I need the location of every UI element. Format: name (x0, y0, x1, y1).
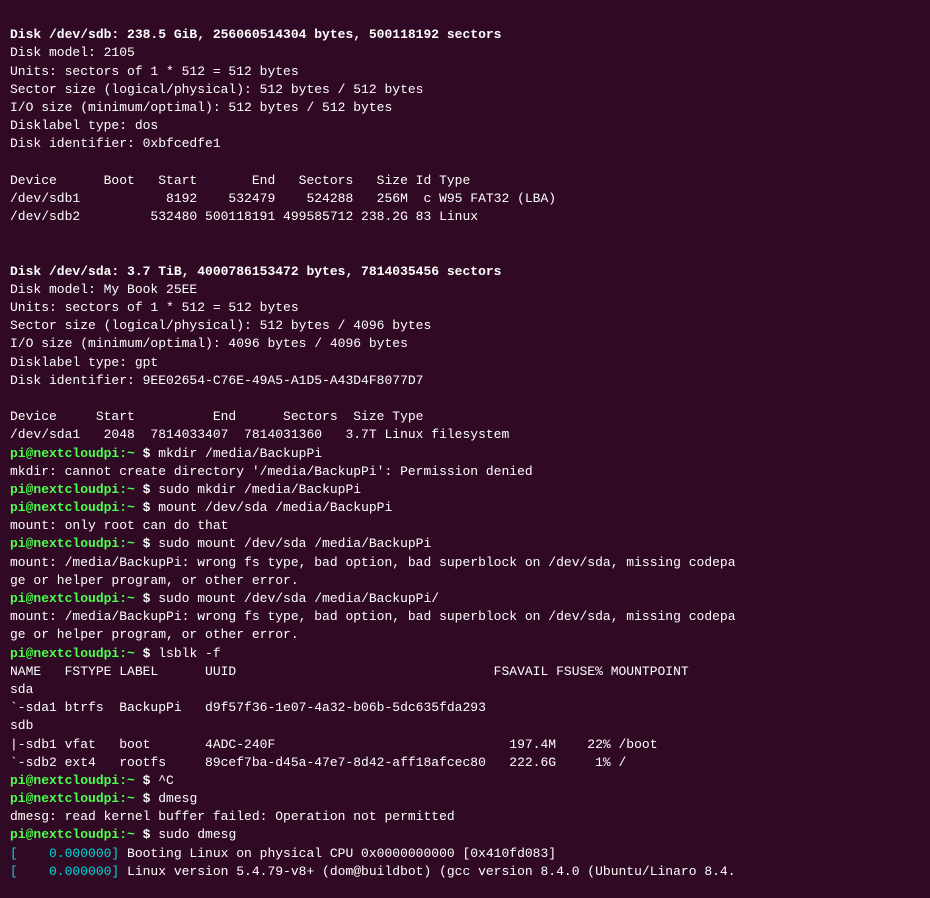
disklabel-sda: Disklabel type: gpt (10, 355, 158, 370)
disk-model-sda: Disk model: My Book 25EE (10, 282, 197, 297)
lsblk-sdb: sdb (10, 718, 33, 733)
disk-sda-header: Disk /dev/sda: 3.7 TiB, 4000786153472 by… (10, 264, 501, 279)
sdb1-partition: /dev/sdb1 8192 532479 524288 256M c W95 … (10, 191, 556, 206)
mount-error-3a: mount: /media/BackupPi: wrong fs type, b… (10, 609, 736, 624)
disk-id-sda: Disk identifier: 9EE02654-C76E-49A5-A1D5… (10, 373, 423, 388)
prompt-mkdir: pi@nextcloudpi:~ $ mkdir /media/BackupPi (10, 446, 322, 461)
mount-error-2b: ge or helper program, or other error. (10, 573, 299, 588)
prompt-ctrl-c: pi@nextcloudpi:~ $ ^C (10, 773, 174, 788)
lsblk-sdb1: |-sdb1 vfat boot 4ADC-240F 197.4M 22% /b… (10, 737, 658, 752)
dmesg-line-1: [ 0.000000] Booting Linux on physical CP… (10, 846, 556, 861)
prompt-dmesg: pi@nextcloudpi:~ $ dmesg (10, 791, 197, 806)
sda1-partition: /dev/sda1 2048 7814033407 7814031360 3.7… (10, 427, 509, 442)
dmesg-error: dmesg: read kernel buffer failed: Operat… (10, 809, 455, 824)
mount-error-3b: ge or helper program, or other error. (10, 627, 299, 642)
prompt-mount: pi@nextcloudpi:~ $ mount /dev/sda /media… (10, 500, 392, 515)
prompt-sudo-mount: pi@nextcloudpi:~ $ sudo mount /dev/sda /… (10, 536, 431, 551)
units-sda: Units: sectors of 1 * 512 = 512 bytes (10, 300, 299, 315)
lsblk-header: NAME FSTYPE LABEL UUID FSAVAIL FSUSE% MO… (10, 664, 689, 679)
lsblk-sdb2: `-sdb2 ext4 rootfs 89cef7ba-d45a-47e7-8d… (10, 755, 626, 770)
mount-error-2a: mount: /media/BackupPi: wrong fs type, b… (10, 555, 736, 570)
lsblk-sda: sda (10, 682, 33, 697)
sector-size-sda: Sector size (logical/physical): 512 byte… (10, 318, 431, 333)
prompt-sudo-mkdir: pi@nextcloudpi:~ $ sudo mkdir /media/Bac… (10, 482, 361, 497)
sdb2-partition: /dev/sdb2 532480 500118191 499585712 238… (10, 209, 478, 224)
io-size-sda: I/O size (minimum/optimal): 4096 bytes /… (10, 336, 408, 351)
partition-header-sda: Device Start End Sectors Size Type (10, 409, 423, 424)
mkdir-error: mkdir: cannot create directory '/media/B… (10, 464, 533, 479)
io-size-sdb: I/O size (minimum/optimal): 512 bytes / … (10, 100, 392, 115)
terminal: Disk /dev/sdb: 238.5 GiB, 256060514304 b… (10, 8, 920, 881)
units-sdb: Units: sectors of 1 * 512 = 512 bytes (10, 64, 299, 79)
partition-header-sdb: Device Boot Start End Sectors Size Id Ty… (10, 173, 470, 188)
dmesg-line-2: [ 0.000000] Linux version 5.4.79-v8+ (do… (10, 864, 736, 879)
disk-id-sdb: Disk identifier: 0xbfcedfe1 (10, 136, 221, 151)
disklabel-sdb: Disklabel type: dos (10, 118, 158, 133)
disk-model-sdb: Disk model: 2105 (10, 45, 135, 60)
prompt-lsblk: pi@nextcloudpi:~ $ lsblk -f (10, 646, 221, 661)
prompt-sudo-dmesg: pi@nextcloudpi:~ $ sudo dmesg (10, 827, 236, 842)
lsblk-sda1: `-sda1 btrfs BackupPi d9f57f36-1e07-4a32… (10, 700, 486, 715)
mount-error-1: mount: only root can do that (10, 518, 228, 533)
prompt-sudo-mount-slash: pi@nextcloudpi:~ $ sudo mount /dev/sda /… (10, 591, 439, 606)
sector-size-sdb: Sector size (logical/physical): 512 byte… (10, 82, 423, 97)
disk-sdb-header: Disk /dev/sdb: 238.5 GiB, 256060514304 b… (10, 27, 501, 42)
